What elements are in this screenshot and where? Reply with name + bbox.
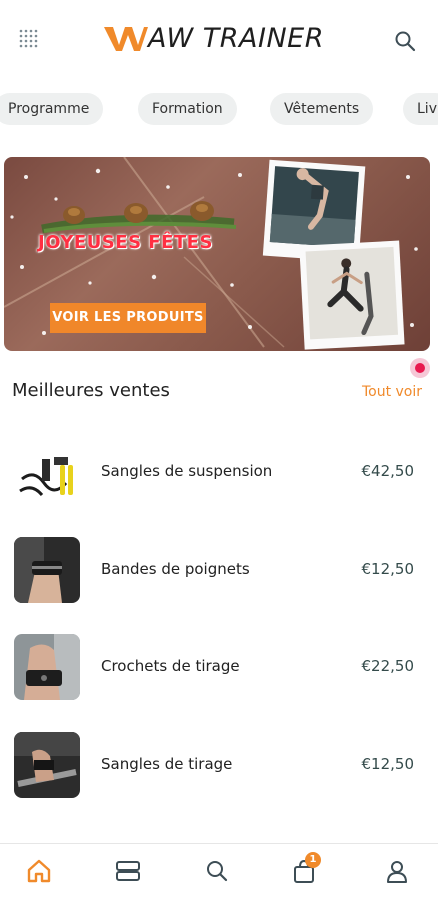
category-chips: Programme Formation Vêtements Liv (0, 93, 438, 127)
brand-logo[interactable]: AW TRAINER (104, 20, 324, 56)
logo-text: AW TRAINER (148, 22, 324, 54)
product-image (14, 634, 80, 700)
view-products-button[interactable]: VOIR LES PRODUITS (50, 303, 206, 333)
see-all-link[interactable]: Tout voir (362, 384, 422, 400)
product-name: Crochets de tirage (101, 657, 240, 675)
promo-banner[interactable]: JOYEUSES FÊTES VOIR LES PRODUITS (4, 157, 430, 351)
home-icon[interactable] (26, 858, 52, 884)
chip-vetements[interactable]: Vêtements (270, 93, 374, 125)
product-name: Sangles de tirage (101, 755, 233, 773)
product-image (14, 439, 80, 505)
chip-formation[interactable]: Formation (138, 93, 237, 125)
product-price: €42,50 (361, 462, 415, 480)
product-row[interactable]: Crochets de tirage €22,50 (0, 627, 438, 705)
product-price: €12,50 (361, 755, 415, 773)
chip-programme[interactable]: Programme (0, 93, 104, 125)
product-name: Bandes de poignets (101, 560, 250, 578)
product-row[interactable]: Bandes de poignets €12,50 (0, 530, 438, 608)
grid-menu-icon[interactable] (18, 28, 40, 50)
product-row[interactable]: Sangles de suspension €42,50 (0, 432, 438, 510)
chip-livres[interactable]: Liv (403, 93, 438, 125)
profile-icon[interactable] (384, 858, 410, 884)
search-icon[interactable] (394, 30, 416, 52)
bottom-navigation (0, 843, 438, 900)
product-price: €22,50 (361, 657, 415, 675)
product-image (14, 537, 80, 603)
product-price: €12,50 (361, 560, 415, 578)
app-header: AW TRAINER (0, 0, 438, 80)
section-title: Meilleures ventes (12, 380, 170, 401)
search-icon[interactable] (204, 858, 230, 884)
carousel-indicator[interactable] (410, 358, 430, 378)
catalog-icon[interactable] (115, 858, 141, 884)
cart-badge: 1 (305, 852, 321, 868)
product-name: Sangles de suspension (101, 462, 273, 480)
product-image (14, 732, 80, 798)
logo-mark-icon (104, 27, 148, 51)
banner-title: JOYEUSES FÊTES (38, 232, 213, 253)
product-row[interactable]: Sangles de tirage €12,50 (0, 725, 438, 803)
